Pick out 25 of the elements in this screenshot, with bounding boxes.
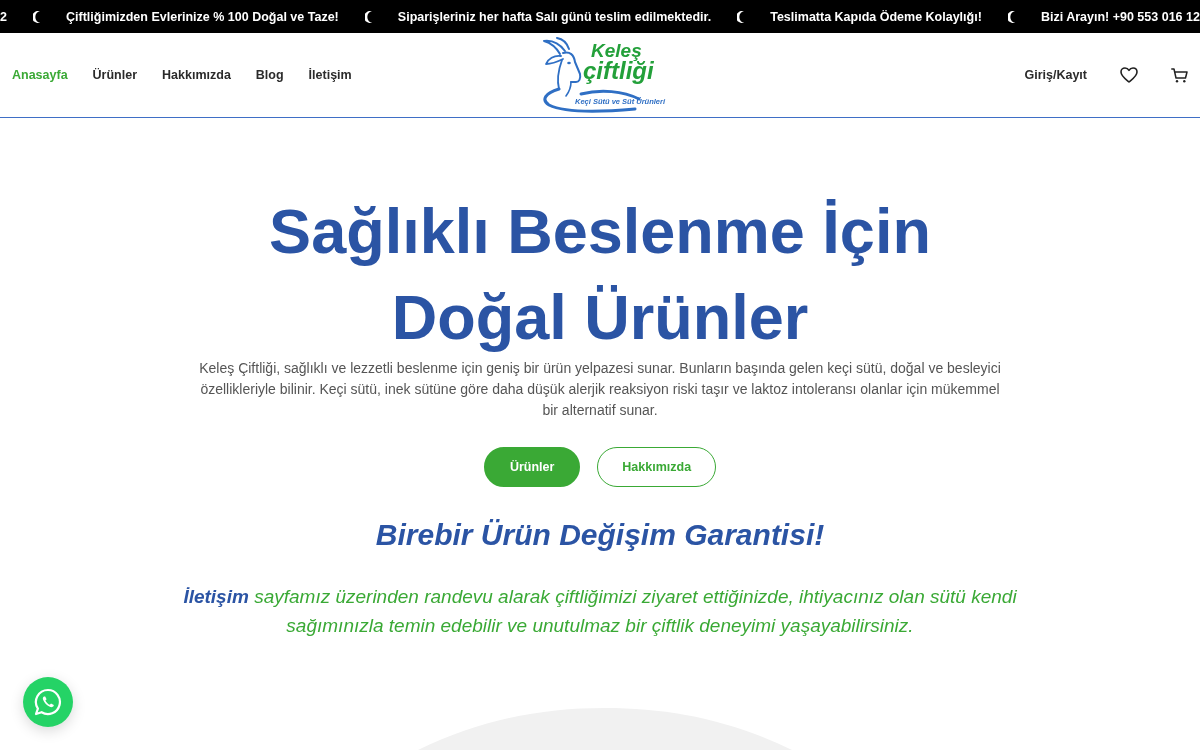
nav-link[interactable]: İletişim — [308, 68, 352, 82]
phone-bubble-icon — [34, 688, 62, 716]
logo-name-top: Keleş — [591, 41, 642, 60]
heart-icon — [1120, 67, 1138, 83]
cart-icon — [1171, 67, 1188, 83]
announcement-text: Siparişleriniz her hafta Salı günü teslim edilmektedir. — [397, 9, 712, 24]
guarantee-title: Birebir Ürün Değişim Garantisi! — [375, 517, 825, 553]
crescent-icon — [1007, 10, 1015, 23]
crescent-icon — [364, 10, 372, 23]
hero-title: Sağlıklı Beslenme İçin Doğal Ürünler — [268, 195, 932, 354]
cart-button[interactable] — [1171, 67, 1188, 83]
nav-link[interactable]: Hakkımızda — [162, 68, 231, 82]
announcement-text: Çiftliğimizden Evlerinize % 100 Doğal ve Taze! — [66, 9, 339, 24]
login-link[interactable]: Giriş/Kayıt — [1024, 68, 1087, 82]
wishlist-button[interactable] — [1120, 67, 1138, 83]
announcement-text: Bizi Arayın! +90 553 016 12 — [1040, 9, 1200, 24]
crescent-icon — [737, 10, 745, 23]
contact-link[interactable]: İletişim — [183, 586, 249, 607]
announcement-text: 2 — [0, 9, 7, 24]
announcement-text: Teslimatta Kapıda Ödeme Kolaylığı! — [770, 9, 982, 24]
crescent-icon — [33, 10, 40, 23]
nav-link[interactable]: Blog — [255, 68, 284, 82]
contact-note: İletişim sayfamız üzerinden randevu alarak çiftliğimizi ziyaret ettiğinizde, ihtiyacınız olan sütü kendi sağımınızla temin edebilir ve unutulmaz bir çiftlik deneyimi yaşayabilirsiniz. — [182, 585, 1018, 638]
hero-description: Keleş Çiftliği, sağlıklı ve lezzetli beslenme için geniş bir ürün yelpazesi sunar. Bunların başında gelen keçi sütü, doğal ve besleyici özellikleriyle bilinir. Keçi sütü, inek sütüne göre daha düşük alerjik reaksiyon riski taşır ve laktoz intoleransı olanlar için mükemmel bir alternatif sunar. — [198, 359, 1002, 420]
nav-link[interactable]: Ürünler — [92, 68, 138, 82]
